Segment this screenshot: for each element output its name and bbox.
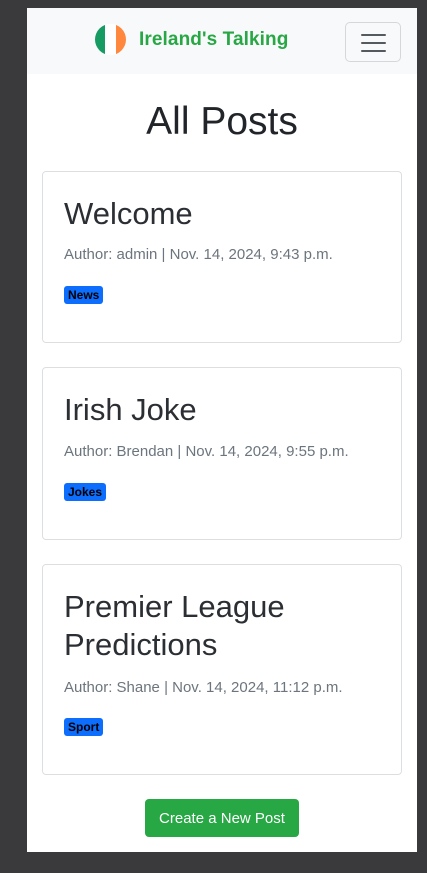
flag-stripe-white	[105, 24, 116, 55]
navbar-toggler-button[interactable]	[345, 22, 401, 62]
post-card[interactable]: Premier League Predictions Author: Shane…	[42, 564, 402, 775]
brand-name: Ireland's Talking	[139, 28, 289, 50]
post-meta: Author: admin | Nov. 14, 2024, 9:43 p.m.	[64, 246, 333, 263]
irish-flag-icon	[95, 24, 126, 55]
post-tag-badge: Jokes	[64, 483, 107, 501]
post-title-link[interactable]: Welcome	[64, 195, 387, 233]
flag-stripe-green	[95, 24, 106, 55]
hamburger-menu-icon	[361, 33, 386, 53]
page-viewport: Ireland's Talking All Posts Welcome Auth…	[27, 8, 417, 852]
page-title: All Posts	[146, 100, 298, 143]
flag-stripe-orange	[115, 24, 126, 55]
post-meta: Author: Brendan | Nov. 14, 2024, 9:55 p.…	[64, 443, 349, 460]
post-meta: Author: Shane | Nov. 14, 2024, 11:12 p.m…	[64, 679, 343, 696]
post-card[interactable]: Irish Joke Author: Brendan | Nov. 14, 20…	[42, 367, 402, 540]
post-card[interactable]: Welcome Author: admin | Nov. 14, 2024, 9…	[42, 171, 402, 343]
post-title-link[interactable]: Irish Joke	[64, 391, 387, 429]
navbar-brand[interactable]: Ireland's Talking	[95, 24, 288, 55]
post-tag-badge: News	[64, 286, 104, 304]
post-tag-badge: Sport	[64, 718, 104, 736]
post-title-link[interactable]: Premier League Predictions	[64, 588, 387, 664]
navbar: Ireland's Talking	[27, 8, 417, 74]
create-post-button[interactable]: Create a New Post	[145, 799, 299, 837]
